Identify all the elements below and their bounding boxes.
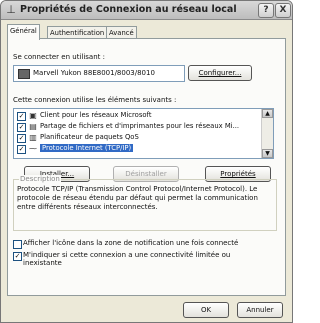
- item-checkbox[interactable]: ✓: [17, 145, 26, 154]
- device-box: Marvell Yukon 88E8001/8003/8010: [13, 65, 185, 82]
- cancel-button[interactable]: Annuler: [237, 302, 283, 318]
- item-label: Protocole Internet (TCP/IP): [40, 144, 134, 152]
- scroll-up-icon[interactable]: ▲: [262, 109, 273, 118]
- item-label: Partage de fichiers et d'imprimantes pou…: [40, 122, 240, 130]
- device-name: Marvell Yukon 88E8001/8003/8010: [33, 69, 155, 77]
- network-adapter-icon: [18, 69, 30, 79]
- help-button[interactable]: ?: [258, 3, 274, 18]
- scroll-down-icon[interactable]: ▼: [262, 149, 273, 158]
- list-item-client-network[interactable]: ✓ ▣ Client pour les réseaux Microsoft: [17, 111, 257, 121]
- network-connection-icon: ⊥: [6, 3, 16, 16]
- list-item-qos-scheduler[interactable]: ✓ ▥ Planificateur de paquets QoS: [17, 133, 257, 143]
- description-text: Protocole TCP/IP (Transmission Control P…: [17, 185, 258, 211]
- title-bar[interactable]: ⊥ Propriétés de Connexion au réseau loca…: [1, 1, 292, 20]
- description-title: Description: [19, 175, 61, 183]
- list-item-tcp-ip[interactable]: ✓ ⁓ Protocole Internet (TCP/IP): [17, 144, 257, 154]
- close-button[interactable]: X: [275, 3, 291, 18]
- show-icon-label: Afficher l'icône dans la zone de notific…: [23, 239, 239, 247]
- description-group: Description Protocole TCP/IP (Transmissi…: [13, 175, 277, 231]
- notify-limited-option[interactable]: ✓ M'indiquer si cette connexion a une co…: [13, 251, 275, 271]
- protocol-icon: ⁓: [29, 144, 37, 153]
- show-icon-option[interactable]: Afficher l'icône dans la zone de notific…: [13, 239, 275, 249]
- properties-button-label: Propriétés: [220, 170, 256, 178]
- client-network-icon: ▣: [29, 111, 37, 120]
- item-label: Client pour les réseaux Microsoft: [40, 111, 152, 119]
- components-label: Cette connexion utilise les éléments sui…: [13, 96, 177, 104]
- general-panel: Se connecter en utilisant : Marvell Yuko…: [7, 38, 286, 296]
- show-icon-checkbox[interactable]: [13, 240, 22, 249]
- window-title: Propriétés de Connexion au réseau local: [20, 4, 237, 15]
- notify-limited-label-line2: inexistante: [23, 259, 62, 267]
- connect-using-label: Se connecter en utilisant :: [13, 53, 105, 61]
- item-checkbox[interactable]: ✓: [17, 123, 26, 132]
- item-checkbox[interactable]: ✓: [17, 112, 26, 121]
- item-label: Planificateur de paquets QoS: [40, 133, 139, 141]
- properties-dialog: ⊥ Propriétés de Connexion au réseau loca…: [0, 0, 293, 323]
- list-item-file-printer-share[interactable]: ✓ ▤ Partage de fichiers et d'imprimantes…: [17, 122, 257, 132]
- file-printer-share-icon: ▤: [29, 122, 37, 131]
- qos-scheduler-icon: ▥: [29, 133, 37, 142]
- uninstall-button-label: Désinstaller: [125, 170, 167, 178]
- ok-button[interactable]: OK: [183, 302, 229, 318]
- tab-general[interactable]: Général: [7, 24, 40, 40]
- configure-button[interactable]: Configurer...: [188, 65, 252, 81]
- list-scrollbar[interactable]: ▲ ▼: [261, 109, 273, 158]
- components-list[interactable]: ✓ ▣ Client pour les réseaux Microsoft ✓ …: [13, 108, 274, 159]
- notify-limited-checkbox[interactable]: ✓: [13, 252, 22, 261]
- configure-button-label: Configurer...: [198, 69, 242, 77]
- item-checkbox[interactable]: ✓: [17, 134, 26, 143]
